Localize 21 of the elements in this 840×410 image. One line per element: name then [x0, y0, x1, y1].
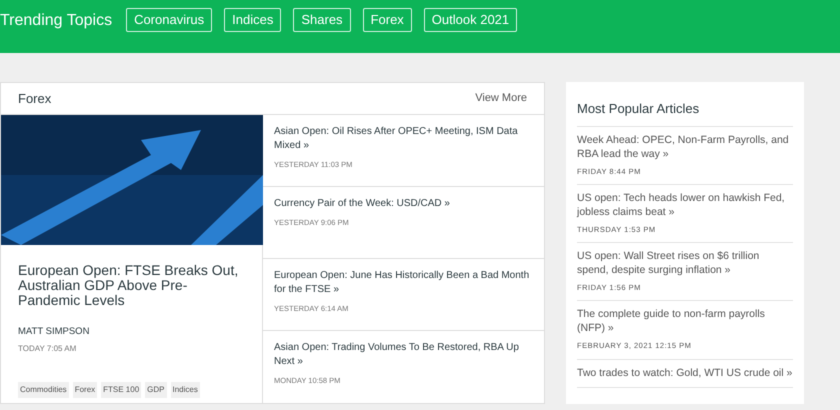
article-link[interactable]: Week Ahead: OPEC, Non-Farm Payrolls, and RBA lead the way »: [577, 132, 793, 160]
article-link[interactable]: US open: Wall Street rises on $6 trillion spend, despite surging inflation »: [577, 249, 793, 277]
article-link[interactable]: Asian Open: Oil Rises After OPEC+ Meeting, ISM Data Mixed »: [274, 125, 533, 153]
header-title: Trending Topics: [0, 11, 112, 31]
feature-author: MATT SIMPSON: [18, 325, 90, 339]
article-link[interactable]: The complete guide to non-farm payrolls (NFP) »: [577, 307, 793, 336]
feature-time: TODAY 7:05 AM: [18, 343, 78, 356]
view-more-link[interactable]: View More: [475, 90, 527, 107]
article-link[interactable]: Currency Pair of the Week: USD/CAD »: [274, 197, 533, 211]
article-link[interactable]: Two trades to watch: Gold, WTI US crude oil »: [577, 366, 793, 380]
article-link[interactable]: Asian Open: Trading Volumes To Be Restored, RBA Up Next »: [274, 341, 533, 369]
article-link[interactable]: US open: Tech heads lower on hawkish Fed, jobless claims beat »: [577, 190, 793, 219]
section-title: Forex: [18, 90, 52, 108]
section-title: Most Popular Articles: [577, 99, 793, 126]
tag[interactable]: FTSE 100: [101, 382, 142, 398]
tag[interactable]: Forex: [72, 382, 98, 398]
feature-headline[interactable]: European Open: FTSE Breaks Out, Australian GDP Above Pre-Pandemic Levels: [18, 263, 245, 308]
tag[interactable]: Commodities: [18, 382, 69, 398]
tag[interactable]: GDP: [145, 382, 166, 398]
article-link[interactable]: European Open: June Has Historically Been a Bad Month for the FTSE »: [274, 269, 533, 297]
tag[interactable]: Indices: [170, 382, 200, 398]
